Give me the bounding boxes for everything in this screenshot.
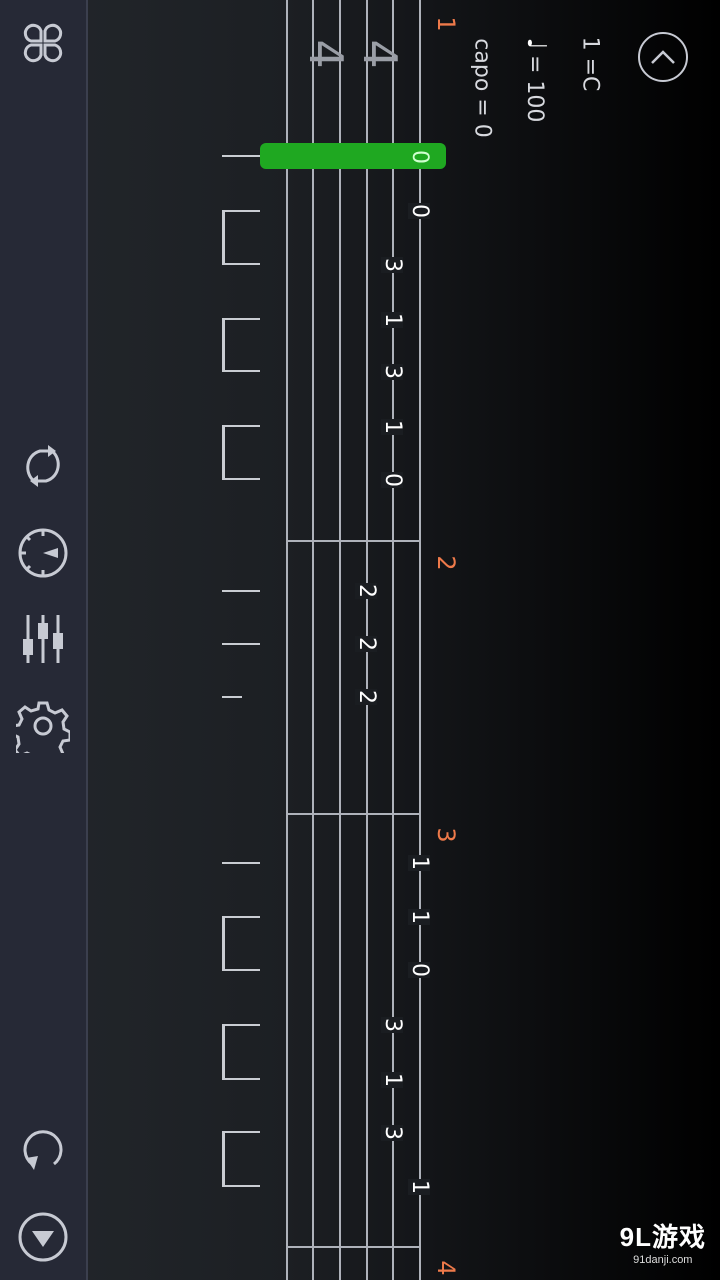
note-stem [222,862,260,864]
fret-number[interactable]: 3 [380,1017,405,1033]
staff-line [392,0,394,1280]
refresh-icon [23,1130,63,1170]
note-stem [222,210,260,212]
staff-line [286,0,288,1280]
fret-number[interactable]: 1 [407,1179,432,1195]
beam [222,210,225,265]
note-stem [222,425,260,427]
fret-number[interactable]: 1 [380,1072,405,1088]
fret-number[interactable]: 1 [380,312,405,328]
chevron-up-icon [651,50,675,64]
note-stem [222,1185,260,1187]
note-stem [222,969,260,971]
watermark-brand: 9L游戏 [619,1222,706,1252]
key-signature: 1 =C [577,36,603,92]
fret-number[interactable]: 3 [380,257,405,273]
beam [222,425,225,480]
watermark-logo: 9L游戏 91danji.com [620,1217,706,1266]
note-stem [222,155,260,157]
mixer-icon [23,615,63,663]
mixer-button[interactable] [14,610,72,668]
gear-icon [16,701,70,753]
fret-number[interactable]: 0 [407,203,432,219]
tempo-marking: ♩ = 100 [521,38,551,123]
watermark-site: 91danji.com [633,1254,693,1266]
note-stem [222,370,260,372]
loop-icon [26,445,60,487]
collapse-button[interactable] [638,32,688,82]
note-stem [222,1131,260,1133]
note-stem [222,916,260,918]
metronome-button[interactable] [14,524,72,582]
fret-number[interactable]: 2 [354,583,379,599]
bar-line [286,813,421,815]
measure-number: 4 [432,1260,460,1276]
fret-number[interactable]: 3 [380,364,405,380]
note-stem [222,696,242,698]
fret-number[interactable]: 2 [354,689,379,705]
fret-number[interactable]: 0 [380,472,405,488]
fret-number[interactable]: 1 [407,909,432,925]
note-stem [222,263,260,265]
note-stem [222,1078,260,1080]
time-signature-bottom: 4 [299,39,353,69]
fret-number[interactable]: 3 [380,1125,405,1141]
fret-number-active[interactable]: 0 [407,149,432,165]
tempo-value: = 100 [522,54,547,123]
settings-button[interactable] [14,697,72,755]
beam [222,1024,225,1080]
fret-number[interactable]: 0 [407,962,432,978]
staff-line [419,0,421,1280]
scroll-down-button[interactable] [14,1208,72,1266]
beam [222,1131,225,1187]
time-signature-top: 4 [353,39,407,69]
measure-number: 3 [432,827,460,843]
loop-button[interactable] [14,437,72,495]
beam [222,318,225,372]
refresh-button[interactable] [14,1120,72,1178]
note-stem [222,478,260,480]
metronome-icon [18,528,68,578]
measure-number: 2 [432,555,460,571]
measure-number: 1 [432,16,460,32]
fret-number[interactable]: 1 [407,855,432,871]
note-stem [222,590,260,592]
staff-line [312,0,314,1280]
fret-number[interactable]: 2 [354,636,379,652]
fret-number[interactable]: 1 [380,419,405,435]
capo-label: capo = 0 [469,38,495,138]
note-stem [222,1024,260,1026]
grid-button[interactable] [14,14,72,72]
note-stem [222,318,260,320]
staff-line [339,0,341,1280]
note-stem [222,643,260,645]
grid-icon [23,23,63,63]
beam [222,916,225,971]
sidebar [0,0,88,1280]
quarter-note-icon: ♩ [521,37,551,50]
bar-line [286,1246,421,1248]
bar-line [286,540,421,542]
down-arrow-icon [18,1212,68,1262]
